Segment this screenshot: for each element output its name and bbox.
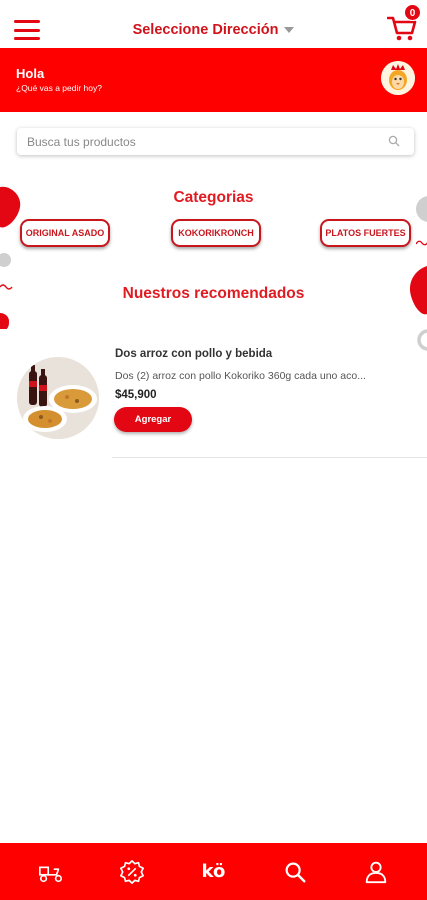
discount-badge-icon [120, 859, 145, 884]
nav-search[interactable] [273, 850, 317, 894]
greeting-banner: Hola ¿Qué vas a pedir hoy? [0, 48, 427, 112]
product-photo [17, 357, 99, 439]
recommended-title: Nuestros recomendados [122, 285, 305, 302]
category-chip-label: PLATOS FUERTES [325, 228, 406, 238]
category-chip-platos-fuertes[interactable]: PLATOS FUERTES [320, 219, 411, 247]
bottom-nav: kö [0, 843, 427, 900]
category-chip-label: ORIGINAL ASADO [25, 228, 105, 238]
avatar[interactable] [381, 61, 415, 95]
decorative-half-circle-left [0, 313, 9, 329]
product-image[interactable] [17, 357, 99, 439]
add-to-cart-button[interactable]: Agregar [114, 407, 192, 432]
categories-title: Categorias [173, 189, 254, 206]
brand-logo-icon: kö [201, 861, 226, 882]
category-chip-kokorikronch[interactable]: KOKORIKRONCH [171, 219, 261, 247]
nav-profile[interactable] [354, 850, 398, 894]
chevron-down-icon [284, 27, 295, 34]
divider [112, 457, 427, 458]
address-selector[interactable]: Seleccione Dirección [0, 22, 427, 38]
search-icon[interactable] [388, 135, 400, 147]
top-bar: Seleccione Dirección 0 [0, 0, 427, 48]
address-label: Seleccione Dirección [132, 22, 279, 38]
search-icon [285, 862, 306, 882]
product-name[interactable]: Dos arroz con pollo y bebida [115, 348, 272, 360]
nav-delivery[interactable] [29, 850, 73, 894]
decorative-wave-right [416, 240, 427, 246]
profile-icon [366, 861, 387, 883]
cart-count-badge: 0 [404, 4, 421, 21]
product-description: Dos (2) arroz con pollo Kokoriko 360g ca… [115, 370, 366, 382]
category-chip-original-asado[interactable]: ORIGINAL ASADO [20, 219, 110, 247]
cart-button[interactable]: 0 [386, 4, 421, 42]
category-chip-label: KOKORIKRONCH [178, 228, 254, 238]
product-price: $45,900 [115, 389, 157, 401]
greeting-subtitle: ¿Qué vas a pedir hoy? [16, 83, 102, 93]
decorative-ring-right [417, 329, 427, 351]
search-input[interactable] [27, 128, 377, 155]
nav-home[interactable]: kö [191, 850, 235, 894]
greeting-title: Hola [16, 66, 45, 81]
chicken-mascot-icon [381, 61, 415, 95]
search-bar[interactable] [17, 128, 414, 155]
nav-promotions[interactable] [110, 850, 154, 894]
delivery-scooter-icon [38, 866, 62, 882]
decorative-dot-left [0, 253, 11, 267]
